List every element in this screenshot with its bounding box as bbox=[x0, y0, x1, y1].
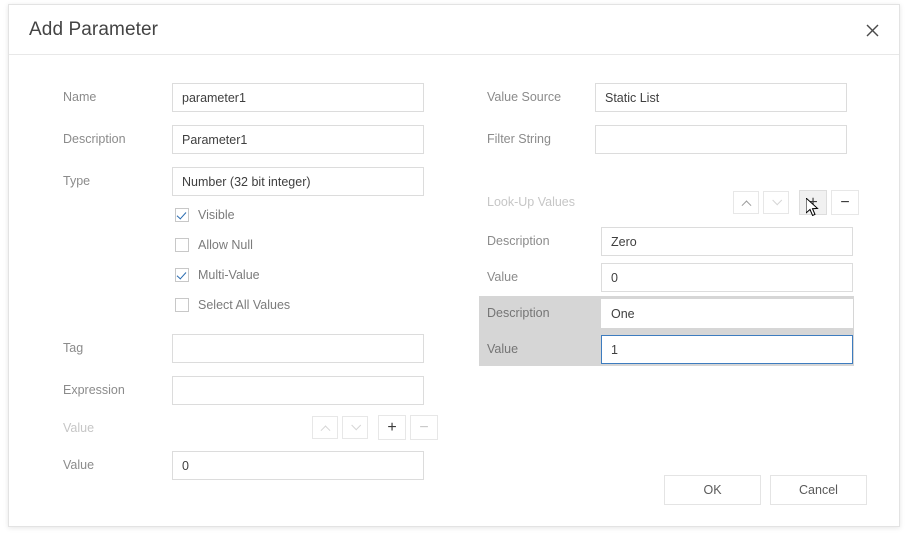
checkbox-visible[interactable]: Visible bbox=[175, 208, 235, 222]
cancel-button[interactable]: Cancel bbox=[770, 475, 867, 505]
lookup-move-down-button[interactable] bbox=[763, 191, 789, 214]
lookup-add-button[interactable]: + bbox=[799, 190, 827, 215]
value-add-button[interactable]: + bbox=[378, 415, 406, 440]
close-icon-glyph bbox=[866, 24, 878, 36]
chevron-up-icon bbox=[741, 200, 751, 211]
lookup-remove-button[interactable]: − bbox=[831, 190, 859, 215]
checkbox-allow-null[interactable]: Allow Null bbox=[175, 238, 253, 252]
plus-icon: + bbox=[808, 193, 818, 211]
minus-icon: − bbox=[840, 193, 850, 211]
plus-icon: + bbox=[387, 418, 397, 436]
value-toolbar-label: Value bbox=[63, 421, 95, 435]
dialog-title: Add Parameter bbox=[29, 19, 159, 40]
expression-input[interactable] bbox=[172, 376, 424, 405]
lookup-row-1-value-label: Value bbox=[487, 342, 519, 356]
value-source-label: Value Source bbox=[487, 90, 562, 104]
lookup-row-0-description-label: Description bbox=[487, 234, 550, 248]
lookup-values-label: Look-Up Values bbox=[487, 195, 576, 209]
name-label: Name bbox=[63, 90, 97, 104]
chevron-down-icon bbox=[350, 420, 361, 431]
filter-string-label: Filter String bbox=[487, 132, 551, 146]
lookup-row-1-value-input[interactable]: 1 bbox=[601, 335, 853, 364]
value-source-select[interactable]: Static List bbox=[595, 83, 847, 112]
checkbox-visible-box[interactable] bbox=[175, 208, 189, 222]
checkbox-multi-value-box[interactable] bbox=[175, 268, 189, 282]
tag-input[interactable] bbox=[172, 334, 424, 363]
type-select[interactable]: Number (32 bit integer) bbox=[172, 167, 424, 196]
expression-label: Expression bbox=[63, 383, 125, 397]
add-parameter-dialog: Add Parameter Name parameter1 Descriptio… bbox=[8, 4, 900, 527]
value-label: Value bbox=[63, 458, 95, 472]
description-input[interactable]: Parameter1 bbox=[172, 125, 424, 154]
close-icon[interactable] bbox=[857, 15, 887, 45]
checkbox-allow-null-label: Allow Null bbox=[198, 238, 253, 252]
chevron-up-icon bbox=[320, 425, 330, 436]
value-toolbar: + − bbox=[312, 415, 442, 440]
checkbox-allow-null-box[interactable] bbox=[175, 238, 189, 252]
ok-button[interactable]: OK bbox=[664, 475, 761, 505]
checkbox-multi-value[interactable]: Multi-Value bbox=[175, 268, 260, 282]
checkbox-visible-label: Visible bbox=[198, 208, 235, 222]
tag-label: Tag bbox=[63, 341, 84, 355]
value-move-up-button[interactable] bbox=[312, 416, 338, 439]
checkbox-select-all-values-box[interactable] bbox=[175, 298, 189, 312]
filter-string-input[interactable] bbox=[595, 125, 847, 154]
lookup-row-0-value-input[interactable]: 0 bbox=[601, 263, 853, 292]
type-label: Type bbox=[63, 174, 91, 188]
checkbox-select-all-values[interactable]: Select All Values bbox=[175, 298, 290, 312]
value-remove-button[interactable]: − bbox=[410, 415, 438, 440]
value-input[interactable]: 0 bbox=[172, 451, 424, 480]
description-label: Description bbox=[63, 132, 126, 146]
lookup-row-0-description-input[interactable]: Zero bbox=[601, 227, 853, 256]
lookup-values-toolbar: + − bbox=[733, 190, 863, 215]
minus-icon: − bbox=[419, 418, 429, 436]
name-input[interactable]: parameter1 bbox=[172, 83, 424, 112]
lookup-row-0-value-label: Value bbox=[487, 270, 519, 284]
dialog-titlebar: Add Parameter bbox=[9, 5, 899, 55]
lookup-row-1-description-input[interactable]: One bbox=[601, 299, 853, 328]
lookup-row-1-description-label: Description bbox=[487, 306, 550, 320]
checkbox-multi-value-label: Multi-Value bbox=[198, 268, 260, 282]
lookup-move-up-button[interactable] bbox=[733, 191, 759, 214]
checkbox-select-all-values-label: Select All Values bbox=[198, 298, 291, 312]
chevron-down-icon bbox=[771, 195, 782, 206]
value-move-down-button[interactable] bbox=[342, 416, 368, 439]
